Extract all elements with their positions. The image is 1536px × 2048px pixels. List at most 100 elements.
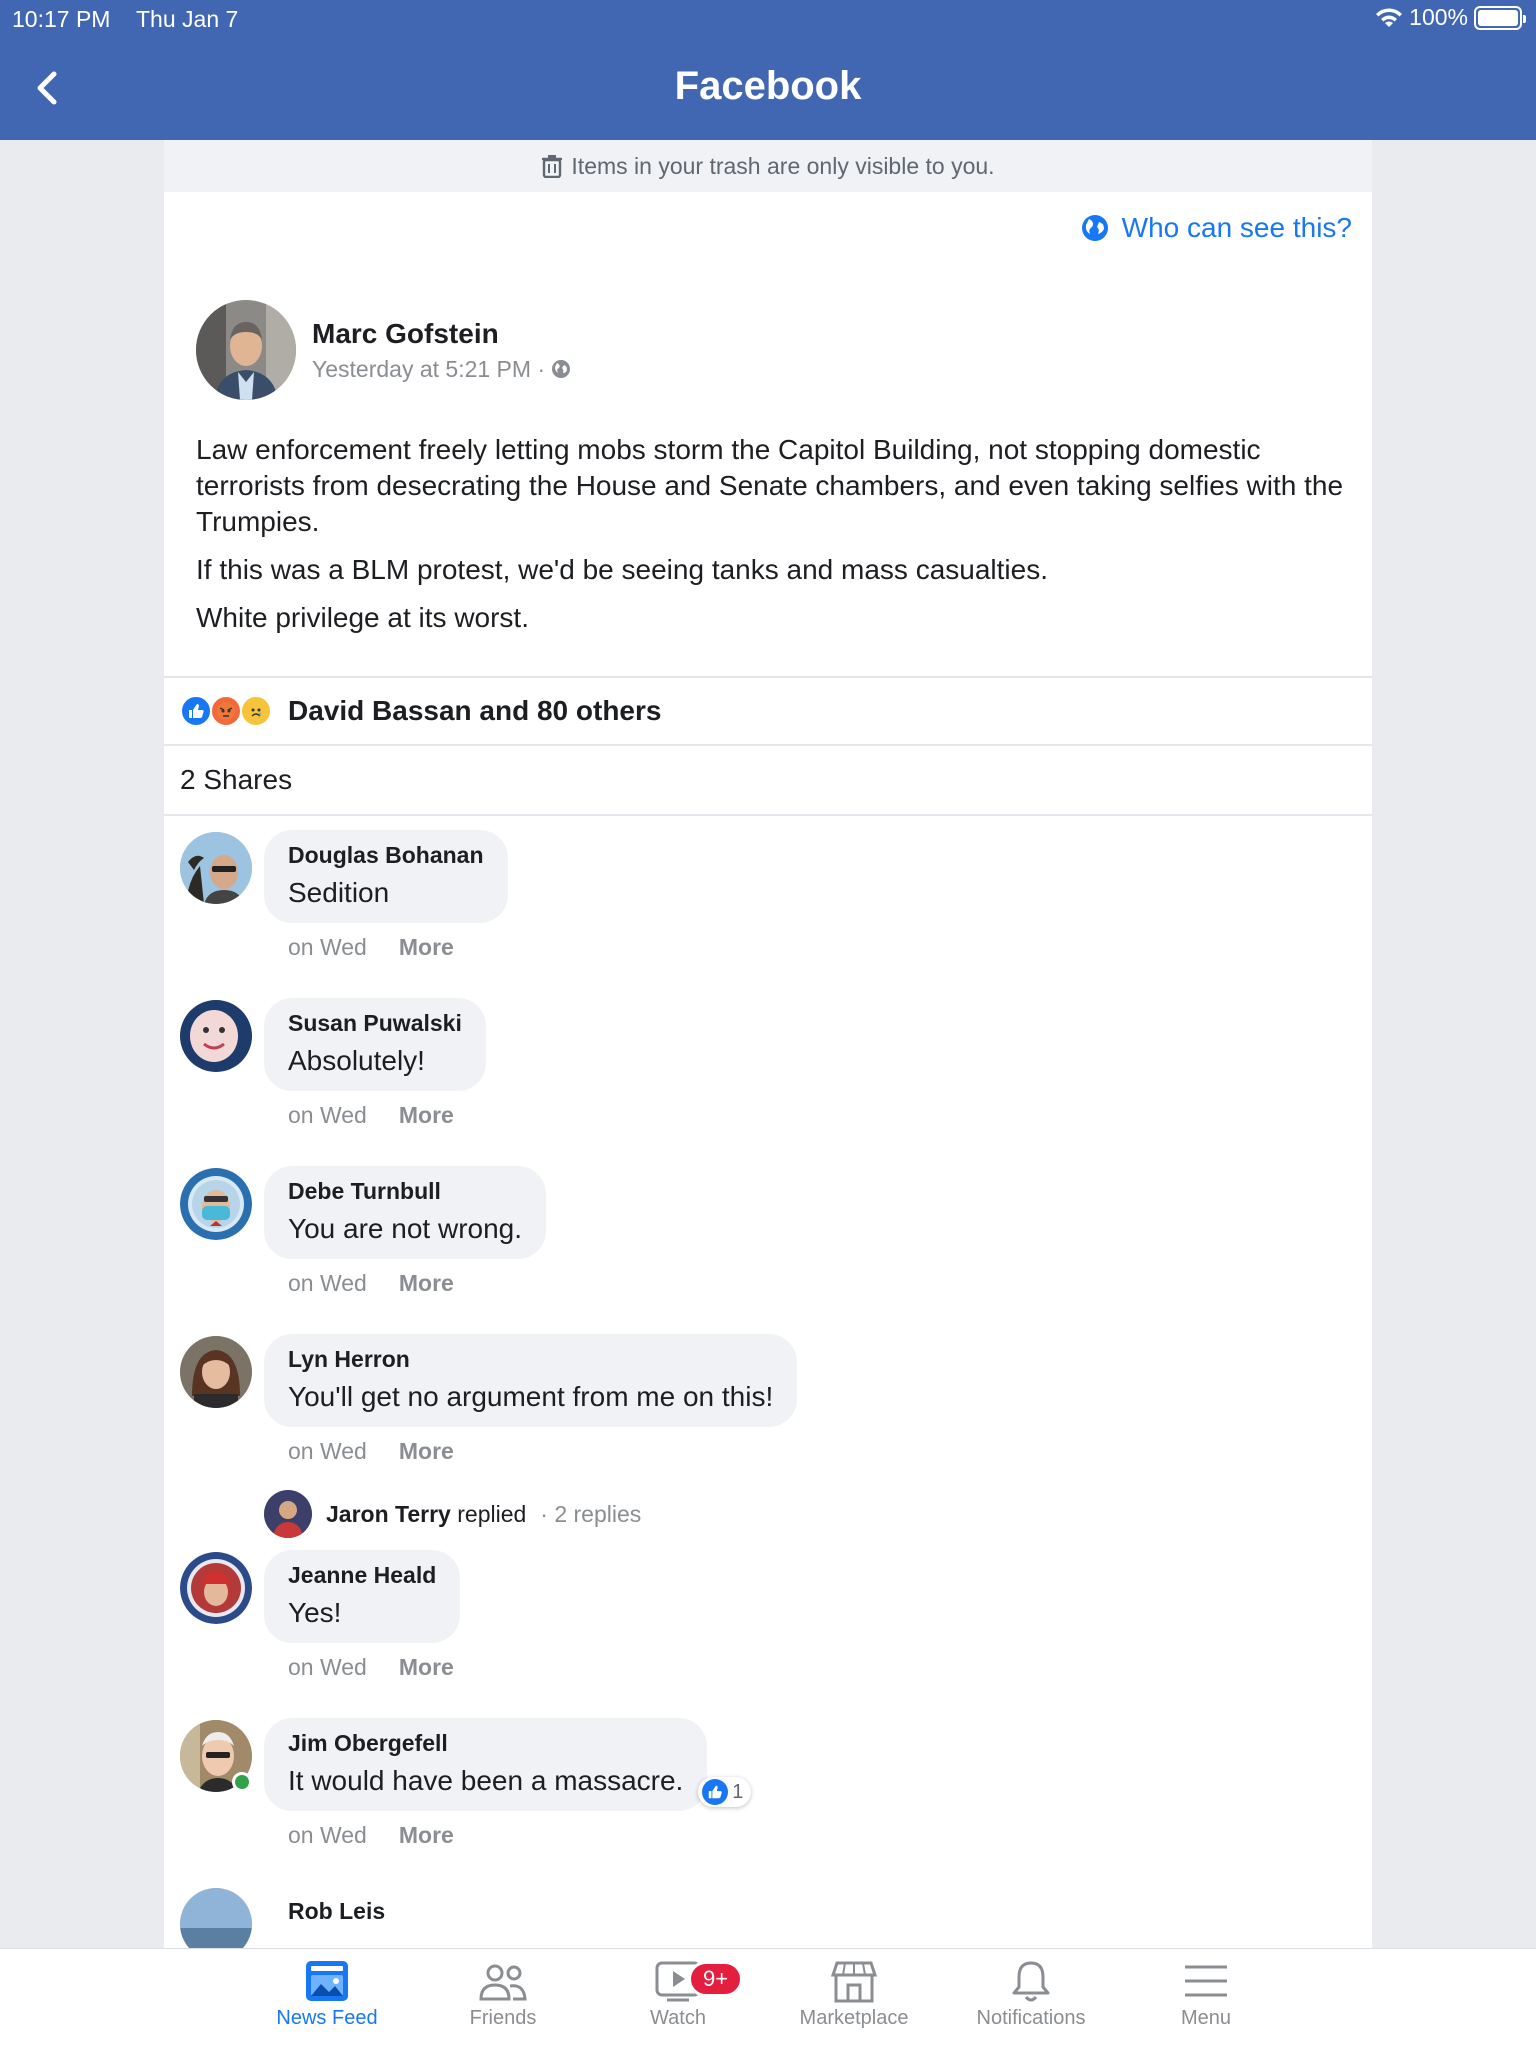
more-button[interactable]: More (399, 1438, 454, 1465)
like-count: 1 (732, 1780, 744, 1803)
commenter-name[interactable]: Lyn Herron (288, 1346, 773, 1373)
comments-list: Douglas Bohanan Sedition on Wed More Sus… (180, 830, 1360, 1948)
comment: Susan Puwalski Absolutely! on Wed More (180, 998, 1360, 1166)
comment-text: Yes! (288, 1597, 342, 1628)
tab-menu[interactable]: Menu (1118, 1959, 1294, 2030)
battery-icon (1474, 5, 1526, 30)
status-time: 10:17 PM (12, 6, 111, 32)
battery-percent: 100% (1409, 4, 1468, 30)
commenter-name[interactable]: Susan Puwalski (288, 1010, 462, 1037)
tab-friends[interactable]: Friends (415, 1959, 591, 2030)
comment-bubble: Debe Turnbull You are not wrong. (264, 1166, 547, 1259)
news-feed-icon (306, 1961, 348, 2001)
post-body: Law enforcement freely letting mobs stor… (196, 432, 1346, 648)
post-meta: Yesterday at 5:21 PM · (312, 356, 571, 383)
comment-actions: on Wed More (288, 1438, 454, 1465)
commenter-name[interactable]: Jeanne Heald (288, 1562, 436, 1589)
comment: Jeanne Heald Yes! on Wed More (180, 1550, 1360, 1718)
post-paragraph: Law enforcement freely letting mobs stor… (196, 434, 1344, 537)
replier-name[interactable]: Jaron Terry (326, 1501, 451, 1527)
commenter-avatar[interactable] (180, 1888, 252, 1948)
comment: Douglas Bohanan Sedition on Wed More (180, 830, 1360, 998)
comment-text: You'll get no argument from me on this! (288, 1381, 774, 1412)
post-paragraph: If this was a BLM protest, we'd be seein… (196, 554, 1048, 585)
commenter-avatar[interactable] (180, 1168, 252, 1240)
commenter-name[interactable]: Douglas Bohanan (288, 842, 484, 869)
comment: Jim Obergefell It would have been a mass… (180, 1718, 1360, 1886)
post-header: Marc Gofstein Yesterday at 5:21 PM · (196, 300, 571, 400)
comment-actions: on Wed More (288, 1822, 454, 1849)
tab-news-feed[interactable]: News Feed (239, 1959, 415, 2030)
tab-marketplace[interactable]: Marketplace (766, 1959, 942, 2030)
more-button[interactable]: More (399, 1270, 454, 1297)
replied-label: replied (457, 1500, 527, 1527)
who-can-see-label: Who can see this? (1121, 212, 1352, 243)
menu-icon (1185, 1965, 1227, 1997)
tab-label: Marketplace (799, 2007, 909, 2029)
comment: Debe Turnbull You are not wrong. on Wed … (180, 1166, 1360, 1334)
commenter-avatar[interactable] (180, 1552, 252, 1624)
commenter-avatar[interactable] (180, 832, 252, 904)
comment: Rob Leis (180, 1886, 1360, 1948)
reactions-summary[interactable]: David Bassan and 80 others (164, 676, 1372, 746)
bottom-tab-bar: News Feed Friends 9+ Watch Marketplace N… (0, 1948, 1536, 2048)
trash-notice-text: Items in your trash are only visible to … (571, 152, 995, 179)
sad-reaction-icon (240, 695, 272, 727)
tab-notifications[interactable]: Notifications (943, 1959, 1119, 2030)
commenter-avatar[interactable] (180, 1336, 252, 1408)
comment-bubble: Lyn Herron You'll get no argument from m… (264, 1334, 798, 1427)
commenter-name[interactable]: Rob Leis (288, 1898, 385, 1925)
comment: Lyn Herron You'll get no argument from m… (180, 1334, 1360, 1502)
who-can-see-link[interactable]: Who can see this? (1080, 212, 1352, 244)
globe-icon (1081, 215, 1108, 241)
more-button[interactable]: More (399, 1822, 454, 1849)
post-paragraph: White privilege at its worst. (196, 602, 529, 633)
post-timestamp[interactable]: Yesterday at 5:21 PM · (312, 356, 545, 383)
more-button[interactable]: More (399, 934, 454, 961)
commenter-avatar[interactable] (180, 1000, 252, 1072)
tab-label: News Feed (276, 2007, 378, 2029)
comment-bubble: Susan Puwalski Absolutely! (264, 998, 486, 1091)
comment-actions: on Wed More (288, 1102, 454, 1129)
tab-label: Notifications (976, 2007, 1086, 2029)
page-title: Facebook (674, 64, 862, 108)
angry-reaction-icon (210, 695, 242, 727)
comment-actions: on Wed More (288, 1654, 454, 1681)
replies-summary[interactable]: Jaron Terry replied · 2 replies (180, 1478, 1360, 1550)
tab-watch[interactable]: 9+ Watch (590, 1959, 766, 2030)
comment-like-badge[interactable]: 1 (698, 1777, 752, 1807)
tab-label: Menu (1180, 2007, 1232, 2029)
author-avatar[interactable] (196, 300, 296, 400)
wifi-icon (1376, 7, 1403, 27)
online-status-indicator (232, 1772, 252, 1792)
trash-notice: Items in your trash are only visible to … (164, 140, 1372, 192)
marketplace-icon (830, 1961, 878, 2003)
tab-label: Friends (469, 2007, 537, 2029)
comment-bubble: Douglas Bohanan Sedition (264, 830, 508, 923)
author-name[interactable]: Marc Gofstein (312, 318, 571, 350)
more-button[interactable]: More (399, 1102, 454, 1129)
reply-count[interactable]: · 2 replies (540, 1501, 641, 1528)
like-reaction-icon (180, 695, 212, 727)
comment-time: on Wed (288, 1270, 367, 1296)
like-reaction-icon (702, 1779, 729, 1805)
reactions-text[interactable]: David Bassan and 80 others (288, 695, 661, 727)
status-indicators: 100% (1375, 4, 1526, 31)
comment-text: It would have been a massacre. (288, 1765, 684, 1796)
comment-time: on Wed (288, 1102, 367, 1128)
status-date: Thu Jan 7 (136, 6, 239, 32)
top-bar: 10:17 PM Thu Jan 7 100% Facebook (0, 0, 1536, 140)
globe-icon (552, 360, 571, 378)
comment-time: on Wed (288, 1822, 367, 1848)
more-button[interactable]: More (399, 1654, 454, 1681)
commenter-name[interactable]: Debe Turnbull (288, 1178, 522, 1205)
reaction-icons (180, 695, 272, 727)
comment-text: Absolutely! (288, 1045, 425, 1076)
shares-count[interactable]: 2 Shares (164, 746, 1372, 816)
commenter-name[interactable]: Jim Obergefell (288, 1730, 683, 1757)
post-detail: Items in your trash are only visible to … (164, 140, 1372, 1948)
comment-bubble: Rob Leis (264, 1886, 409, 1939)
comment-text: Sedition (288, 877, 390, 908)
comment-actions: on Wed More (288, 934, 454, 961)
comment-bubble: Jim Obergefell It would have been a mass… (264, 1718, 752, 1811)
